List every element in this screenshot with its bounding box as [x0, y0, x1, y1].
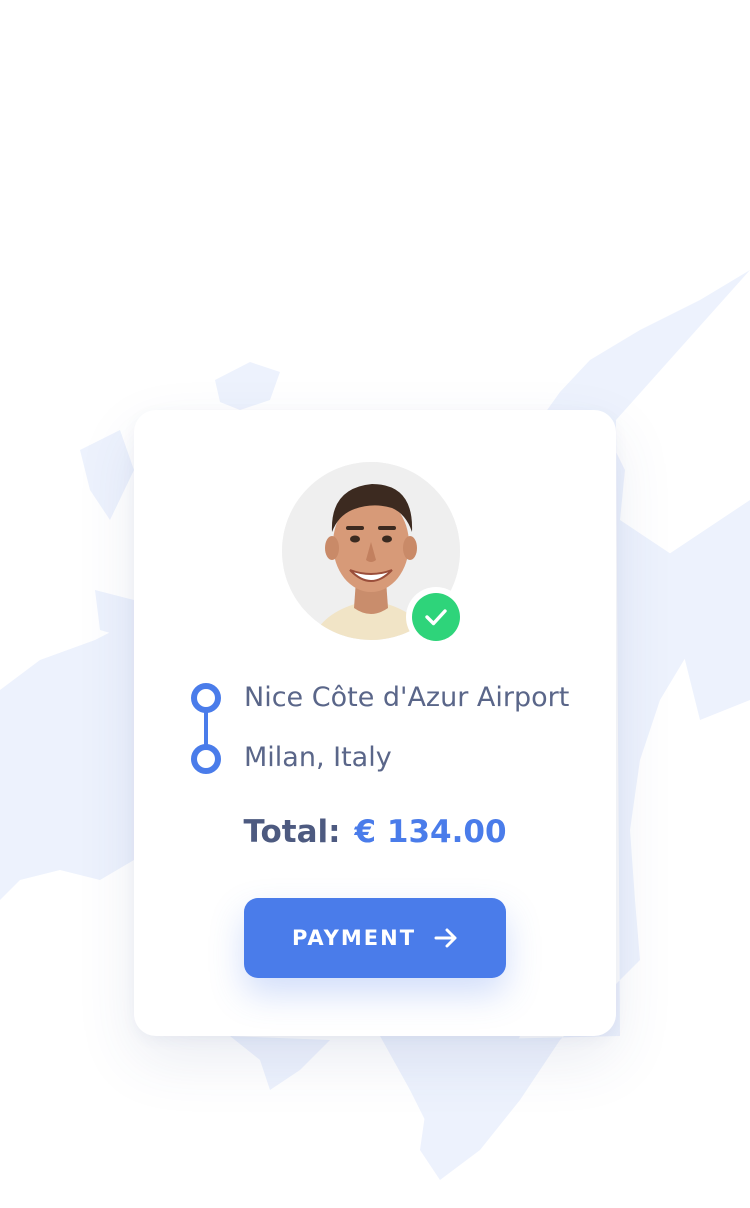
destination-marker-icon — [191, 744, 221, 774]
verified-badge — [406, 587, 466, 647]
total-price: Total: € 134.00 — [134, 814, 616, 850]
route-timeline: Nice Côte d'Azur Airport Milan, Italy — [190, 680, 590, 790]
origin-marker-icon — [191, 683, 221, 713]
checkmark-icon — [425, 609, 447, 626]
map-land-west — [0, 590, 134, 900]
payment-button-label: PAYMENT — [291, 926, 417, 950]
total-label: Total: — [243, 814, 341, 850]
trip-summary-card: Nice Côte d'Azur Airport Milan, Italy To… — [134, 410, 616, 1036]
payment-button[interactable]: PAYMENT — [244, 898, 506, 978]
total-amount: € 134.00 — [354, 814, 507, 850]
destination-location: Milan, Italy — [244, 742, 392, 773]
arrow-right-icon — [434, 928, 458, 948]
origin-location: Nice Côte d'Azur Airport — [244, 682, 570, 713]
